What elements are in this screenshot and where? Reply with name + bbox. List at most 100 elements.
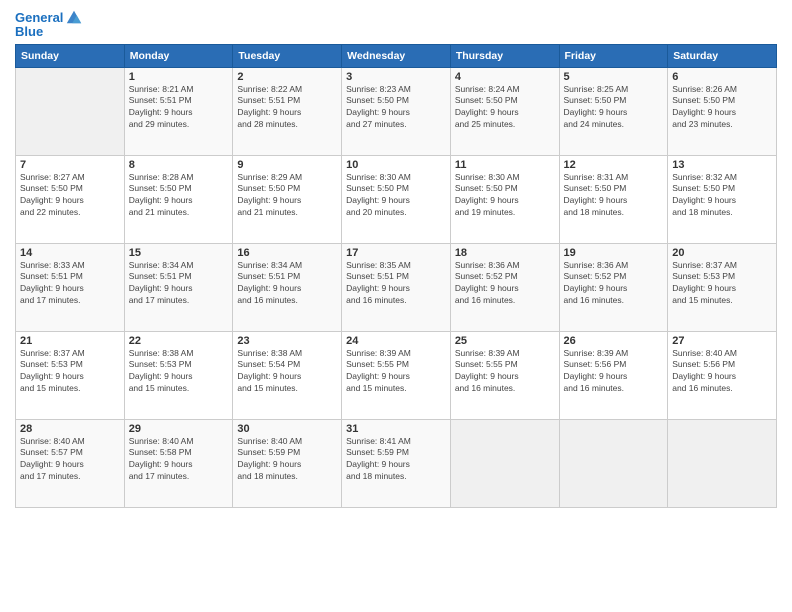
day-info: Sunrise: 8:37 AMSunset: 5:53 PMDaylight:… — [20, 348, 120, 396]
day-info: Sunrise: 8:35 AMSunset: 5:51 PMDaylight:… — [346, 260, 446, 308]
day-cell: 15Sunrise: 8:34 AMSunset: 5:51 PMDayligh… — [124, 243, 233, 331]
day-info: Sunrise: 8:21 AMSunset: 5:51 PMDaylight:… — [129, 84, 229, 132]
day-cell: 12Sunrise: 8:31 AMSunset: 5:50 PMDayligh… — [559, 155, 668, 243]
week-row-1: 1Sunrise: 8:21 AMSunset: 5:51 PMDaylight… — [16, 67, 777, 155]
day-number: 30 — [237, 423, 337, 435]
day-info: Sunrise: 8:36 AMSunset: 5:52 PMDaylight:… — [564, 260, 664, 308]
day-cell: 17Sunrise: 8:35 AMSunset: 5:51 PMDayligh… — [342, 243, 451, 331]
day-number: 10 — [346, 159, 446, 171]
week-row-4: 21Sunrise: 8:37 AMSunset: 5:53 PMDayligh… — [16, 331, 777, 419]
day-number: 14 — [20, 247, 120, 259]
weekday-header-thursday: Thursday — [450, 44, 559, 67]
day-cell: 30Sunrise: 8:40 AMSunset: 5:59 PMDayligh… — [233, 419, 342, 507]
weekday-header-row: SundayMondayTuesdayWednesdayThursdayFrid… — [16, 44, 777, 67]
day-info: Sunrise: 8:32 AMSunset: 5:50 PMDaylight:… — [672, 172, 772, 220]
day-cell: 10Sunrise: 8:30 AMSunset: 5:50 PMDayligh… — [342, 155, 451, 243]
day-cell — [668, 419, 777, 507]
day-cell: 2Sunrise: 8:22 AMSunset: 5:51 PMDaylight… — [233, 67, 342, 155]
day-number: 1 — [129, 71, 229, 83]
day-cell: 7Sunrise: 8:27 AMSunset: 5:50 PMDaylight… — [16, 155, 125, 243]
day-cell: 31Sunrise: 8:41 AMSunset: 5:59 PMDayligh… — [342, 419, 451, 507]
day-number: 2 — [237, 71, 337, 83]
weekday-header-tuesday: Tuesday — [233, 44, 342, 67]
day-number: 18 — [455, 247, 555, 259]
day-cell: 19Sunrise: 8:36 AMSunset: 5:52 PMDayligh… — [559, 243, 668, 331]
week-row-3: 14Sunrise: 8:33 AMSunset: 5:51 PMDayligh… — [16, 243, 777, 331]
day-info: Sunrise: 8:40 AMSunset: 5:59 PMDaylight:… — [237, 436, 337, 484]
day-info: Sunrise: 8:41 AMSunset: 5:59 PMDaylight:… — [346, 436, 446, 484]
day-cell: 4Sunrise: 8:24 AMSunset: 5:50 PMDaylight… — [450, 67, 559, 155]
day-cell — [16, 67, 125, 155]
day-number: 21 — [20, 335, 120, 347]
day-info: Sunrise: 8:37 AMSunset: 5:53 PMDaylight:… — [672, 260, 772, 308]
day-info: Sunrise: 8:23 AMSunset: 5:50 PMDaylight:… — [346, 84, 446, 132]
day-info: Sunrise: 8:38 AMSunset: 5:53 PMDaylight:… — [129, 348, 229, 396]
day-info: Sunrise: 8:40 AMSunset: 5:56 PMDaylight:… — [672, 348, 772, 396]
day-number: 25 — [455, 335, 555, 347]
day-info: Sunrise: 8:39 AMSunset: 5:55 PMDaylight:… — [455, 348, 555, 396]
day-cell: 27Sunrise: 8:40 AMSunset: 5:56 PMDayligh… — [668, 331, 777, 419]
day-info: Sunrise: 8:22 AMSunset: 5:51 PMDaylight:… — [237, 84, 337, 132]
day-cell: 25Sunrise: 8:39 AMSunset: 5:55 PMDayligh… — [450, 331, 559, 419]
day-info: Sunrise: 8:39 AMSunset: 5:55 PMDaylight:… — [346, 348, 446, 396]
day-number: 19 — [564, 247, 664, 259]
page-header: General Blue — [15, 10, 777, 40]
day-number: 26 — [564, 335, 664, 347]
day-number: 13 — [672, 159, 772, 171]
day-number: 24 — [346, 335, 446, 347]
day-info: Sunrise: 8:31 AMSunset: 5:50 PMDaylight:… — [564, 172, 664, 220]
day-cell: 16Sunrise: 8:34 AMSunset: 5:51 PMDayligh… — [233, 243, 342, 331]
day-number: 4 — [455, 71, 555, 83]
weekday-header-friday: Friday — [559, 44, 668, 67]
day-cell: 28Sunrise: 8:40 AMSunset: 5:57 PMDayligh… — [16, 419, 125, 507]
day-cell: 29Sunrise: 8:40 AMSunset: 5:58 PMDayligh… — [124, 419, 233, 507]
day-number: 20 — [672, 247, 772, 259]
day-number: 9 — [237, 159, 337, 171]
day-number: 6 — [672, 71, 772, 83]
day-cell: 3Sunrise: 8:23 AMSunset: 5:50 PMDaylight… — [342, 67, 451, 155]
logo-text-blue: Blue — [15, 24, 43, 40]
day-number: 11 — [455, 159, 555, 171]
day-info: Sunrise: 8:29 AMSunset: 5:50 PMDaylight:… — [237, 172, 337, 220]
day-info: Sunrise: 8:26 AMSunset: 5:50 PMDaylight:… — [672, 84, 772, 132]
day-info: Sunrise: 8:27 AMSunset: 5:50 PMDaylight:… — [20, 172, 120, 220]
day-number: 8 — [129, 159, 229, 171]
day-number: 22 — [129, 335, 229, 347]
day-cell — [559, 419, 668, 507]
weekday-header-wednesday: Wednesday — [342, 44, 451, 67]
day-number: 15 — [129, 247, 229, 259]
day-number: 16 — [237, 247, 337, 259]
day-info: Sunrise: 8:25 AMSunset: 5:50 PMDaylight:… — [564, 84, 664, 132]
day-number: 5 — [564, 71, 664, 83]
day-number: 23 — [237, 335, 337, 347]
day-info: Sunrise: 8:36 AMSunset: 5:52 PMDaylight:… — [455, 260, 555, 308]
day-number: 7 — [20, 159, 120, 171]
week-row-2: 7Sunrise: 8:27 AMSunset: 5:50 PMDaylight… — [16, 155, 777, 243]
day-info: Sunrise: 8:40 AMSunset: 5:58 PMDaylight:… — [129, 436, 229, 484]
day-info: Sunrise: 8:34 AMSunset: 5:51 PMDaylight:… — [237, 260, 337, 308]
day-cell: 6Sunrise: 8:26 AMSunset: 5:50 PMDaylight… — [668, 67, 777, 155]
week-row-5: 28Sunrise: 8:40 AMSunset: 5:57 PMDayligh… — [16, 419, 777, 507]
day-cell: 24Sunrise: 8:39 AMSunset: 5:55 PMDayligh… — [342, 331, 451, 419]
day-info: Sunrise: 8:30 AMSunset: 5:50 PMDaylight:… — [346, 172, 446, 220]
day-number: 12 — [564, 159, 664, 171]
day-number: 28 — [20, 423, 120, 435]
day-cell: 23Sunrise: 8:38 AMSunset: 5:54 PMDayligh… — [233, 331, 342, 419]
day-info: Sunrise: 8:24 AMSunset: 5:50 PMDaylight:… — [455, 84, 555, 132]
day-cell: 9Sunrise: 8:29 AMSunset: 5:50 PMDaylight… — [233, 155, 342, 243]
logo: General Blue — [15, 10, 83, 40]
weekday-header-saturday: Saturday — [668, 44, 777, 67]
weekday-header-sunday: Sunday — [16, 44, 125, 67]
day-cell: 11Sunrise: 8:30 AMSunset: 5:50 PMDayligh… — [450, 155, 559, 243]
day-number: 31 — [346, 423, 446, 435]
day-number: 17 — [346, 247, 446, 259]
day-info: Sunrise: 8:40 AMSunset: 5:57 PMDaylight:… — [20, 436, 120, 484]
day-number: 29 — [129, 423, 229, 435]
day-cell — [450, 419, 559, 507]
day-cell: 5Sunrise: 8:25 AMSunset: 5:50 PMDaylight… — [559, 67, 668, 155]
day-cell: 18Sunrise: 8:36 AMSunset: 5:52 PMDayligh… — [450, 243, 559, 331]
day-cell: 1Sunrise: 8:21 AMSunset: 5:51 PMDaylight… — [124, 67, 233, 155]
day-number: 3 — [346, 71, 446, 83]
weekday-header-monday: Monday — [124, 44, 233, 67]
day-info: Sunrise: 8:33 AMSunset: 5:51 PMDaylight:… — [20, 260, 120, 308]
